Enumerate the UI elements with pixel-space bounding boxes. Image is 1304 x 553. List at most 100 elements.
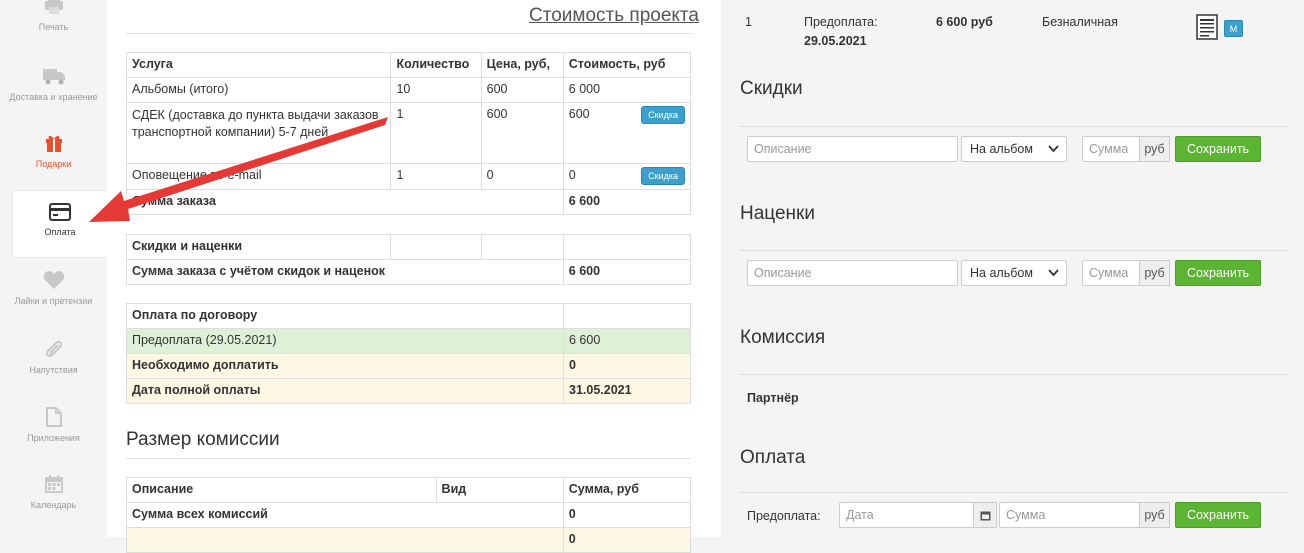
service-cost: 600 — [568, 107, 590, 121]
markup-sum-input[interactable]: Сумма — [1082, 260, 1140, 286]
project-cost-title[interactable]: Стоимость проекта — [529, 5, 699, 27]
service-name: Оповещение по e-mail — [125, 163, 392, 190]
receipt-icon[interactable] — [1196, 14, 1218, 40]
column-header: Услуга — [125, 52, 392, 78]
markup-description-input[interactable]: Описание — [747, 260, 958, 286]
markup-scope-select[interactable]: На альбом — [961, 260, 1067, 286]
calendar-icon — [44, 475, 63, 493]
service-cost-cell: 0 Скидка — [562, 163, 692, 190]
due-value: 0 — [563, 353, 691, 379]
chevron-down-icon — [1048, 145, 1059, 153]
payment-settings-panel: 1 Предоплата: 29.05.2021 6 600 руб Безна… — [721, 0, 1304, 537]
sidebar-item-wishes[interactable]: Напутствия — [0, 339, 107, 375]
save-discount-button[interactable]: Сохранить — [1175, 136, 1261, 162]
calendar-icon — [980, 511, 990, 521]
divider — [740, 374, 1289, 375]
printer-icon — [44, 0, 63, 14]
total-with-discounts-label: Сумма заказа с учётом скидок и наценок — [126, 259, 564, 285]
prepayment-field-label: Предоплата: — [747, 509, 821, 523]
payment-method: Безналичная — [1042, 15, 1118, 29]
service-price: 0 — [480, 163, 564, 190]
discount-button[interactable]: Скидка — [641, 167, 685, 185]
markup-scope-value: На альбом — [970, 266, 1033, 280]
divider — [740, 250, 1289, 251]
table-row: Сумма заказа 6 600 — [126, 189, 692, 215]
table-row: Сумма заказа с учётом скидок и наценок 6… — [126, 259, 692, 285]
discount-description-input[interactable]: Описание — [747, 136, 958, 162]
sidebar: Печать Доставка и хранение Подарки Оплат… — [0, 0, 107, 537]
service-cost: 6 000 — [562, 77, 692, 103]
currency-addon: руб — [1139, 260, 1170, 286]
discount-scope-select[interactable]: На альбом — [961, 136, 1067, 162]
commissions-total-value: 0 — [562, 502, 692, 528]
payment-sum-input[interactable]: Сумма — [999, 502, 1140, 528]
table-row: Сумма всех комиссий 0 — [126, 502, 692, 528]
sidebar-item-delivery[interactable]: Доставка и хранение — [0, 66, 107, 102]
table-row: Необходимо доплатить 0 — [126, 353, 691, 379]
sidebar-item-label: Лайки и претензии — [14, 296, 93, 306]
service-price: 600 — [480, 102, 564, 164]
table-row: Дата полной оплаты 31.05.2021 — [126, 378, 691, 404]
save-payment-button[interactable]: Сохранить — [1175, 502, 1261, 528]
partner-label: Партнёр — [747, 391, 799, 405]
contract-payment-table: Оплата по договору Предоплата (29.05.202… — [126, 303, 691, 404]
commission-table: Описание Вид Сумма, руб Сумма всех комис… — [126, 477, 692, 553]
payment-title: Оплата — [740, 447, 806, 468]
column-header: Описание — [126, 477, 437, 503]
service-name: Альбомы (итого) — [125, 77, 392, 103]
truck-icon — [42, 69, 65, 85]
discount-button[interactable]: Скидка — [641, 106, 685, 124]
order-total-label: Сумма заказа — [126, 189, 564, 215]
credit-card-icon — [49, 203, 71, 221]
services-table: Услуга Количество Цена, руб, Стоимость, … — [125, 52, 692, 215]
table-row: Предоплата (29.05.2021) 6 600 — [126, 328, 691, 354]
table-row: 0 — [126, 527, 692, 553]
service-qty: 1 — [390, 102, 482, 164]
column-header: Сумма, руб — [562, 477, 692, 503]
project-cost-panel: Стоимость проекта Услуга Количество Цена… — [107, 0, 721, 553]
payment-amount: 6 600 руб — [936, 15, 993, 29]
payment-badge[interactable]: М — [1224, 20, 1243, 37]
due-label: Необходимо доплатить — [126, 353, 564, 379]
currency-addon: руб — [1139, 502, 1170, 528]
sidebar-item-print[interactable]: Печать — [0, 0, 107, 32]
sidebar-item-calendar[interactable]: Календарь — [0, 474, 107, 510]
sidebar-item-label: Приложения — [27, 433, 80, 443]
payment-label: Предоплата: — [804, 15, 878, 29]
contract-payment-header: Оплата по договору — [126, 303, 564, 329]
file-icon — [45, 407, 62, 427]
column-header: Количество — [390, 52, 482, 78]
divider — [126, 33, 691, 34]
service-price: 600 — [480, 77, 564, 103]
payment-date: 29.05.2021 — [804, 34, 867, 48]
divider — [126, 458, 691, 459]
sidebar-item-gifts[interactable]: Подарки — [0, 133, 107, 169]
sidebar-item-likes[interactable]: Лайки и претензии — [0, 270, 107, 306]
sidebar-item-payment[interactable]: Оплата — [12, 190, 107, 258]
sidebar-item-attachments[interactable]: Приложения — [0, 407, 107, 443]
markups-title: Наценки — [740, 203, 815, 224]
table-row: СДЕК (доставка до пункта выдачи заказов … — [125, 102, 692, 164]
discounts-title: Скидки — [740, 78, 803, 99]
save-markup-button[interactable]: Сохранить — [1175, 260, 1261, 286]
discount-sum-input[interactable]: Сумма — [1082, 136, 1140, 162]
payment-date-input[interactable]: Дата — [839, 502, 974, 528]
chevron-down-icon — [1048, 269, 1059, 277]
date-picker-addon[interactable] — [973, 502, 997, 528]
full-payment-date-label: Дата полной оплаты — [126, 378, 564, 404]
paperclip-icon — [45, 340, 62, 358]
discounts-header: Скидки и наценки — [125, 234, 392, 260]
sidebar-item-label: Напутствия — [29, 365, 78, 375]
prepayment-label: Предоплата (29.05.2021) — [126, 328, 564, 354]
service-name: СДЕК (доставка до пункта выдачи заказов … — [125, 102, 392, 164]
column-header: Вид — [435, 477, 564, 503]
commission-value: 0 — [562, 527, 692, 553]
table-row: Оповещение по e-mail 1 0 0 Скидка — [125, 163, 692, 190]
sidebar-item-label: Подарки — [35, 159, 72, 169]
sidebar-item-label: Доставка и хранение — [9, 92, 98, 102]
commission-title: Комиссия — [740, 327, 826, 348]
sidebar-item-label: Оплата — [44, 227, 76, 237]
gift-icon — [45, 135, 62, 152]
service-cost-cell: 600 Скидка — [562, 102, 692, 164]
prepayment-value: 6 600 — [563, 328, 691, 354]
